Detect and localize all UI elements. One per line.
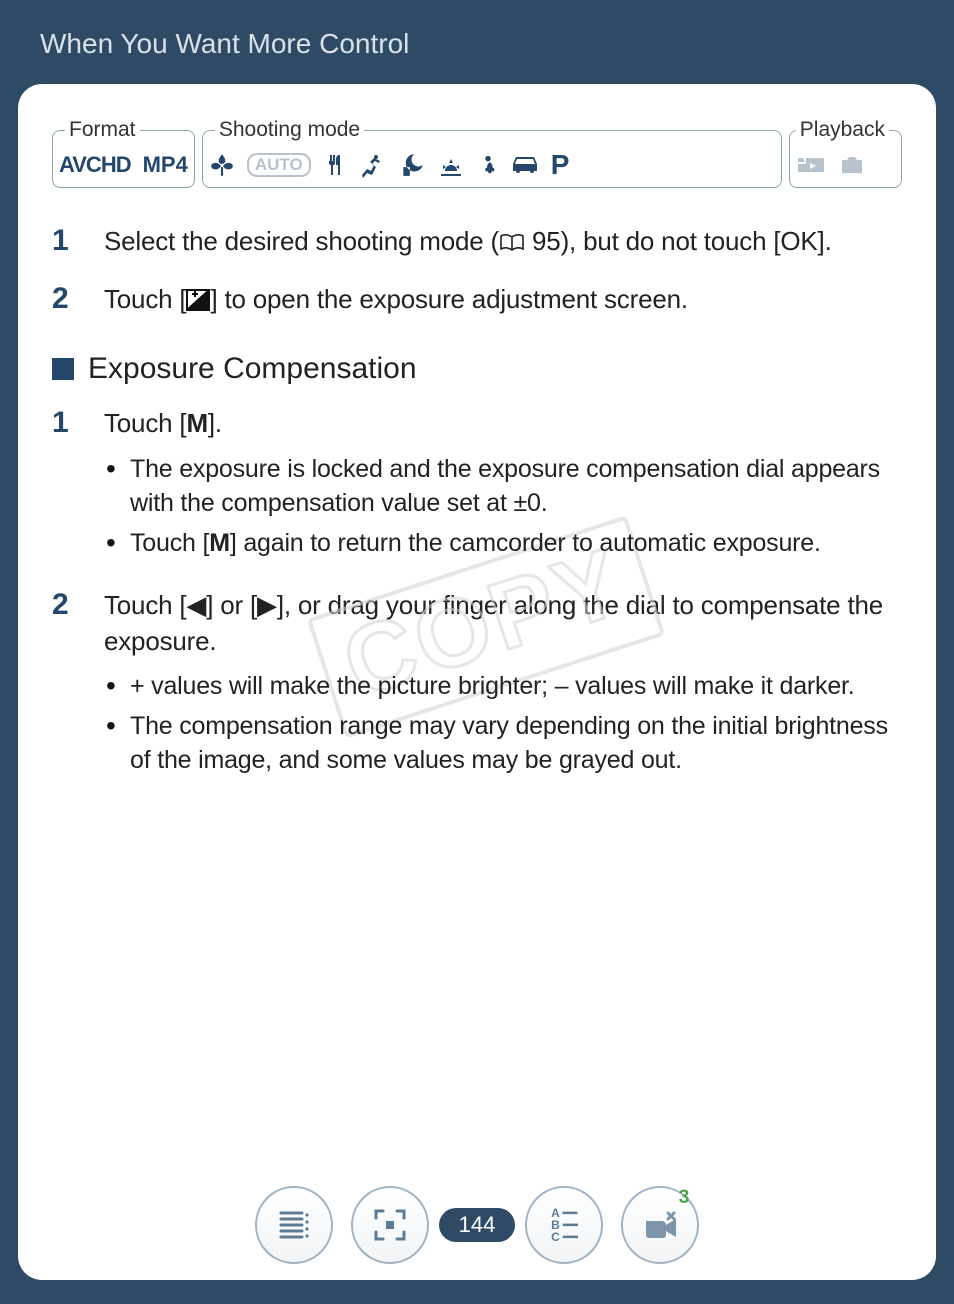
expand-icon <box>371 1206 409 1244</box>
step-row: 2 Touch [◀] or [▶], or drag your finger … <box>52 588 902 784</box>
mode-bar: Format AVCHD MP4 Shooting mode AUTO <box>52 118 902 188</box>
intro-steps: 1 Select the desired shooting mode ( 95)… <box>52 224 902 318</box>
auto-icon[interactable]: AUTO <box>247 153 311 177</box>
snow-icon[interactable] <box>477 152 499 178</box>
photo-playback-icon[interactable] <box>838 154 866 176</box>
sunset-icon[interactable] <box>437 153 465 177</box>
book-ref-icon <box>499 233 525 253</box>
format-group: Format AVCHD MP4 <box>52 118 195 188</box>
step-row: 1 Select the desired shooting mode ( 95)… <box>52 224 902 260</box>
camcorder-icon <box>640 1207 680 1243</box>
page-body: COPY Format AVCHD MP4 Shooting mode AUTO <box>18 84 936 1280</box>
step-text: Select the desired shooting mode ( 95), … <box>104 224 832 260</box>
playback-group: Playback <box>789 118 902 188</box>
fullscreen-button[interactable] <box>351 1186 429 1264</box>
chapter-button[interactable]: 3 <box>621 1186 699 1264</box>
video-playback-icon[interactable] <box>796 154 826 176</box>
toc-button[interactable] <box>255 1186 333 1264</box>
section-bullet-icon <box>52 358 74 380</box>
program-mode-icon[interactable]: P <box>551 149 570 181</box>
page-number-pill: 144 <box>439 1208 516 1242</box>
bullet-item: + values will make the picture brighter;… <box>104 669 902 703</box>
section-title: Exposure Compensation <box>88 352 417 386</box>
index-icon: A ━━ B ━━ C ━━ <box>551 1207 577 1243</box>
food-icon[interactable] <box>323 152 347 178</box>
toc-icon <box>276 1208 312 1242</box>
step-text: Touch [◀] or [▶], or drag your finger al… <box>104 588 902 784</box>
step-number: 1 <box>52 224 104 260</box>
exposure-steps: 1 Touch [M]. The exposure is locked and … <box>52 406 902 784</box>
format-legend: Format <box>65 118 140 142</box>
shooting-mode-legend: Shooting mode <box>215 118 364 142</box>
page-header: When You Want More Control <box>0 0 954 84</box>
step-row: 2 Touch [] to open the exposure adjustme… <box>52 282 902 318</box>
sports-icon[interactable] <box>359 152 387 178</box>
playback-legend: Playback <box>796 118 889 142</box>
step-text: Touch [M]. The exposure is locked and th… <box>104 406 902 566</box>
step-number: 1 <box>52 406 104 566</box>
macro-icon[interactable] <box>209 152 235 178</box>
format-avchd-icon[interactable]: AVCHD <box>59 152 131 178</box>
chapter-badge: 3 <box>679 1187 690 1209</box>
night-icon[interactable] <box>399 152 425 178</box>
step-number: 2 <box>52 282 104 318</box>
bottom-nav: 144 A ━━ B ━━ C ━━ 3 <box>18 1170 936 1280</box>
exposure-icon <box>186 289 210 311</box>
format-mp4-icon[interactable]: MP4 <box>143 152 188 178</box>
step-row: 1 Touch [M]. The exposure is locked and … <box>52 406 902 566</box>
bullet-item: Touch [M] again to return the camcorder … <box>104 526 902 560</box>
section-heading: Exposure Compensation <box>52 352 902 386</box>
index-button[interactable]: A ━━ B ━━ C ━━ <box>525 1186 603 1264</box>
step-number: 2 <box>52 588 104 784</box>
car-icon[interactable] <box>511 154 539 176</box>
bullet-item: The exposure is locked and the exposure … <box>104 452 902 520</box>
bullet-item: The compensation range may vary dependin… <box>104 709 902 777</box>
header-title: When You Want More Control <box>40 28 409 59</box>
shooting-mode-group: Shooting mode AUTO <box>202 118 782 188</box>
step-text: Touch [] to open the exposure adjustment… <box>104 282 688 318</box>
